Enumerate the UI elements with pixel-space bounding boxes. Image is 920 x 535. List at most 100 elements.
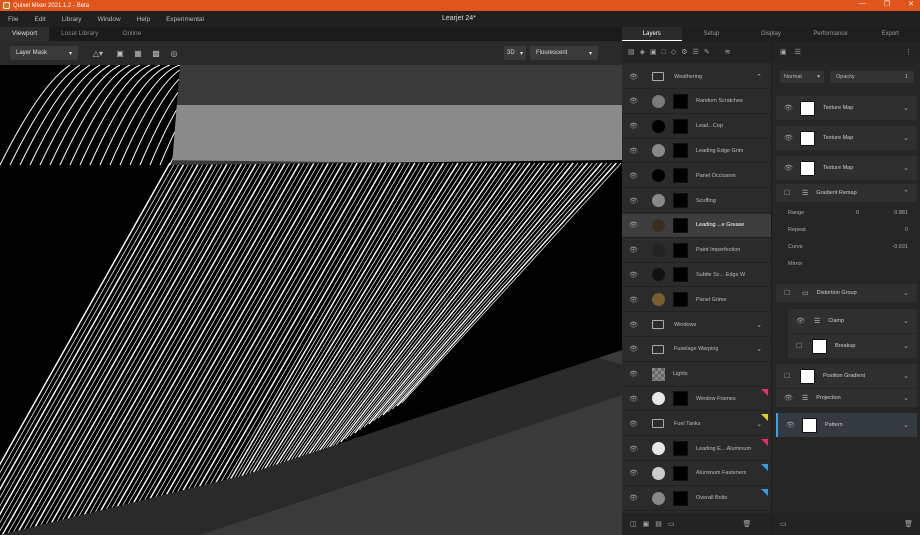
visibility-eye-icon[interactable]: 👁 — [629, 420, 639, 428]
chevron-down-icon[interactable]: ⌄ — [903, 317, 909, 325]
close-button[interactable]: ✕ — [908, 0, 914, 8]
tab-display[interactable]: Display — [741, 27, 801, 41]
chevron-down-icon[interactable]: ⌄ — [903, 289, 909, 297]
grid-icon[interactable]: ▦ — [132, 47, 144, 59]
minimize-button[interactable]: — — [859, 0, 866, 8]
mask-icon[interactable]: ▣ — [643, 520, 650, 528]
tab-setup[interactable]: Setup — [682, 27, 742, 41]
brush-icon[interactable]: ✎ — [704, 48, 710, 56]
layer-row[interactable]: 👁 Leading E... Aluminum — [622, 437, 771, 461]
visibility-eye-icon[interactable]: 👁 — [629, 122, 639, 130]
layer-row[interactable]: 👁 Random Scratches — [622, 90, 771, 114]
chevron-down-icon[interactable]: ⌄ — [756, 345, 762, 353]
brush-shapes-icon[interactable]: △▾ — [88, 47, 108, 59]
visibility-eye-icon[interactable]: 👁 — [629, 321, 639, 329]
visibility-eye-icon[interactable]: 👁 — [784, 394, 794, 402]
fill-icon[interactable]: ◈ — [640, 48, 645, 56]
visibility-eye-icon[interactable]: 👁 — [629, 469, 639, 477]
chevron-down-icon[interactable]: ⌄ — [903, 134, 909, 142]
layer-row[interactable]: 👁 Overall Bolts — [622, 487, 771, 511]
visibility-eye-icon[interactable]: 👁 — [629, 345, 639, 353]
visibility-eye-icon[interactable]: 👁 — [629, 221, 639, 229]
layer-row[interactable]: 👁 Panel Grime — [622, 288, 771, 313]
layer-row[interactable]: 👁 Window Frames — [622, 387, 771, 412]
add-layer-icon[interactable]: ▤ — [628, 48, 635, 56]
view-mode-dropdown[interactable]: 3D ▾ — [504, 46, 526, 60]
property-row[interactable]: Curve -0.691 — [788, 244, 912, 256]
visibility-eye-icon[interactable]: 👁 — [786, 421, 796, 429]
menu-edit[interactable]: Edit — [26, 16, 53, 23]
image-icon[interactable]: ▣ — [114, 47, 126, 59]
layer-row[interactable]: 👁 Subtle Sc... Edge W — [622, 263, 771, 288]
layer-row[interactable]: 👁 Leading ...e Grease — [622, 213, 771, 238]
chevron-down-icon[interactable]: ⌄ — [903, 104, 909, 112]
trash-icon[interactable]: 🗑 — [743, 520, 752, 528]
chevron-down-icon[interactable]: ⌃ — [756, 73, 762, 81]
menu-library[interactable]: Library — [54, 16, 90, 23]
layer-row[interactable]: 👁 Scuffing — [622, 189, 771, 213]
chevron-down-icon[interactable]: ⌃ — [903, 189, 909, 197]
more-icon[interactable]: ⋮ — [905, 48, 912, 56]
smart-icon[interactable]: ▤ — [655, 520, 662, 528]
menu-help[interactable]: Help — [129, 16, 158, 23]
adjust-icon[interactable]: ⚙ — [681, 48, 687, 56]
menu-window[interactable]: Window — [90, 16, 129, 23]
tab-performance[interactable]: Performance — [801, 27, 861, 41]
folder-icon[interactable]: ▭ — [780, 520, 787, 528]
visibility-eye-icon[interactable]: ☐ — [784, 189, 794, 197]
visibility-eye-icon[interactable]: 👁 — [629, 73, 639, 81]
visibility-eye-icon[interactable]: 👁 — [629, 494, 639, 502]
stack-item[interactable]: 👁 Texture Map ⌄ — [776, 156, 917, 180]
layer-row[interactable]: 👁 Fuselage Warping ⌄ — [622, 338, 771, 362]
paint-icon[interactable]: ▣ — [650, 48, 657, 56]
menu-experimental[interactable]: Experimental — [158, 16, 212, 23]
visibility-eye-icon[interactable]: 👁 — [629, 147, 639, 155]
property-row[interactable]: Mirror — [788, 261, 912, 273]
layer-row[interactable]: 👁 Panel Occlusion — [622, 164, 771, 189]
visibility-eye-icon[interactable]: ☐ — [796, 342, 806, 350]
visibility-eye-icon[interactable]: 👁 — [629, 97, 639, 105]
chevron-down-icon[interactable]: ⌄ — [903, 164, 909, 172]
opacity-field[interactable]: Opacity 1 — [830, 71, 914, 83]
stack-item[interactable]: ☐ ☰ Gradient Remap ⌃ — [776, 184, 917, 202]
stack-item[interactable]: 👁 ☰ Clamp ⌄ — [788, 309, 917, 333]
new-layer-icon[interactable]: ◫ — [630, 520, 637, 528]
stack-item[interactable]: 👁 Pattern ⌄ — [776, 413, 917, 437]
visibility-eye-icon[interactable]: ☐ — [784, 289, 794, 297]
visibility-eye-icon[interactable]: 👁 — [629, 395, 639, 403]
visibility-eye-icon[interactable]: ☐ — [784, 372, 794, 380]
stack-icon[interactable]: ≋ — [725, 48, 731, 56]
tab-local-library[interactable]: Local Library — [49, 27, 110, 41]
tab-viewport[interactable]: Viewport — [0, 27, 50, 41]
chevron-down-icon[interactable]: ⌄ — [903, 421, 909, 429]
grid-dense-icon[interactable]: ▩ — [150, 47, 162, 59]
tab-online[interactable]: Online — [110, 27, 153, 41]
viewport-canvas[interactable] — [0, 65, 622, 535]
layer-mask-dropdown[interactable]: Layer Mask ▾ — [10, 46, 78, 60]
maximize-button[interactable]: ❐ — [884, 0, 890, 8]
lighting-dropdown[interactable]: Flourescent ▾ — [530, 46, 598, 60]
drop-icon[interactable]: ◇ — [671, 48, 676, 56]
visibility-eye-icon[interactable]: 👁 — [629, 370, 639, 378]
property-row[interactable]: Repeat 0 — [788, 227, 912, 239]
visibility-eye-icon[interactable]: 👁 — [784, 164, 794, 172]
blend-mode-dropdown[interactable]: Normal ▾ — [780, 71, 824, 83]
visibility-eye-icon[interactable]: 👁 — [629, 197, 639, 205]
chevron-down-icon[interactable]: ⌄ — [756, 321, 762, 329]
layer-row[interactable]: 👁 Paint Imperfection — [622, 239, 771, 263]
layer-row[interactable]: 👁 Lights — [622, 363, 771, 387]
stack-item[interactable]: ☐ Position Gradient ⌄ — [776, 364, 917, 388]
tab-layers[interactable]: Layers — [622, 27, 682, 41]
visibility-eye-icon[interactable]: 👁 — [629, 172, 639, 180]
chevron-down-icon[interactable]: ⌄ — [903, 394, 909, 402]
visibility-eye-icon[interactable]: 👁 — [784, 134, 794, 142]
tab-export[interactable]: Export — [860, 27, 920, 41]
visibility-eye-icon[interactable]: 👁 — [629, 445, 639, 453]
layer-row[interactable]: 👁 Lead...Cop — [622, 115, 771, 139]
sliders-icon[interactable]: ☰ — [795, 48, 801, 56]
property-row[interactable]: Range 0 0.881 — [788, 210, 912, 222]
target-icon[interactable]: ◎ — [168, 47, 180, 59]
stack-item[interactable]: 👁 Texture Map ⌄ — [776, 126, 917, 150]
stack-item[interactable]: ☐ Breakup ⌄ — [788, 334, 917, 358]
folder-icon[interactable]: ▭ — [668, 520, 675, 528]
